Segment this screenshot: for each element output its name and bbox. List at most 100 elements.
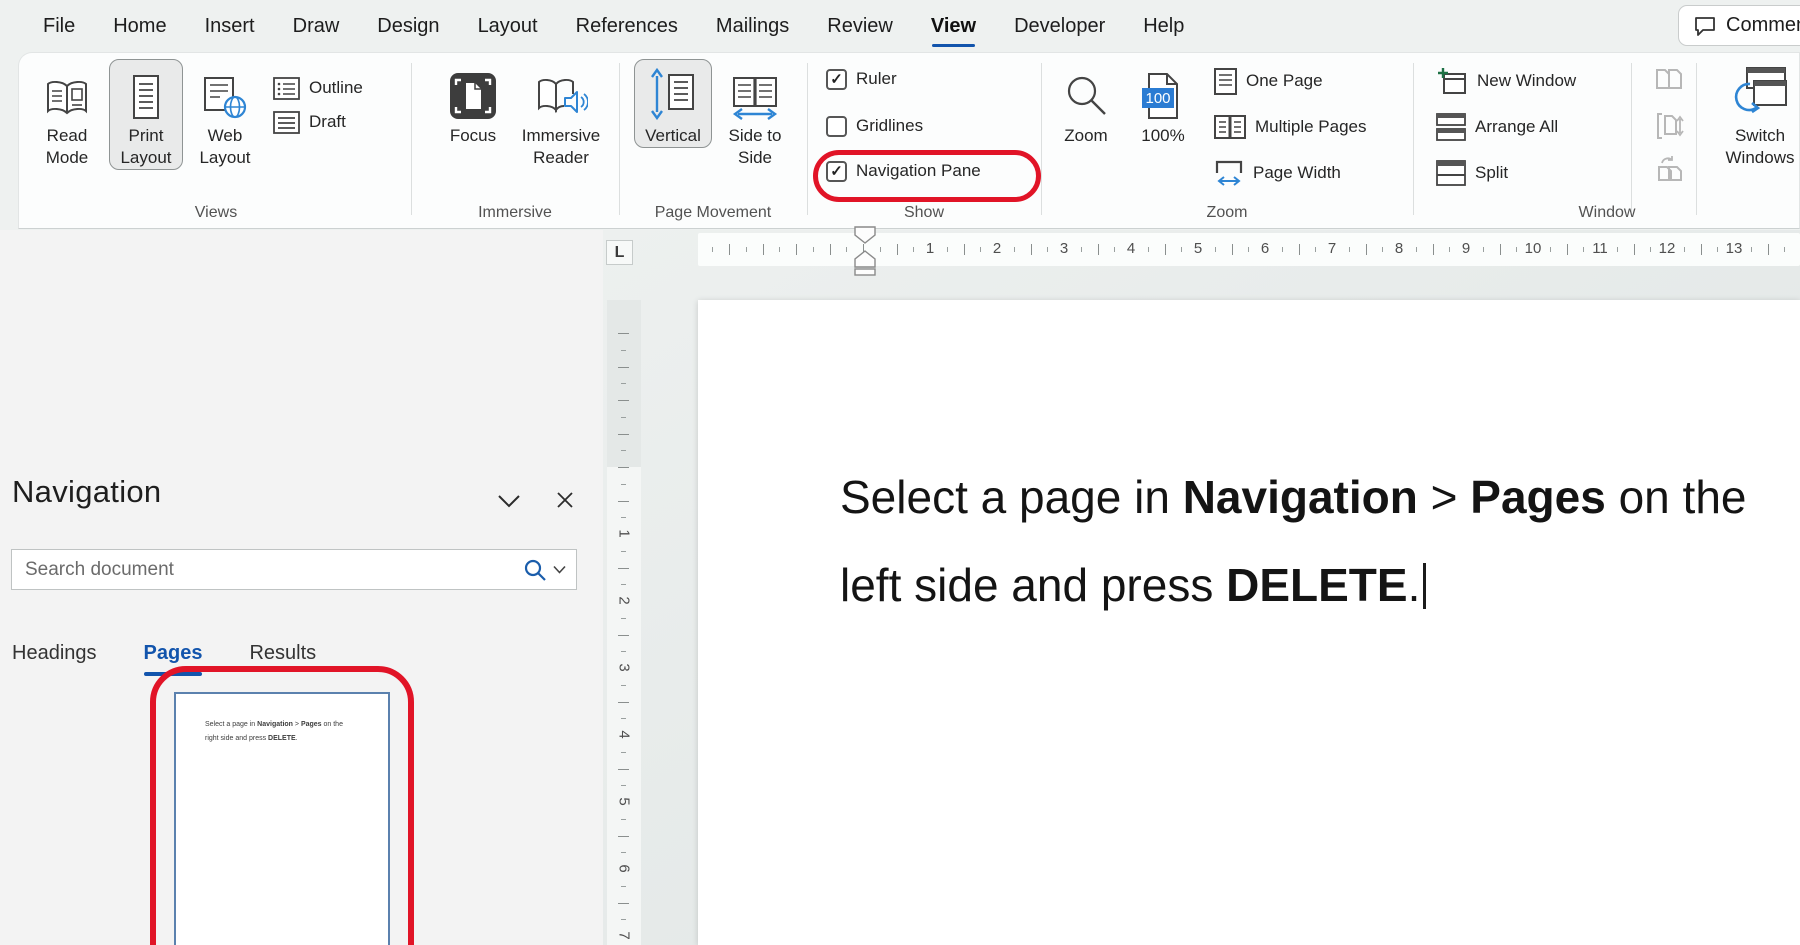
ruler-tick bbox=[621, 819, 626, 820]
ruler-tick bbox=[913, 247, 914, 252]
ruler-tick bbox=[621, 484, 626, 485]
arrange-all-button[interactable]: Arrange All bbox=[1436, 112, 1558, 142]
split-icon bbox=[1436, 160, 1466, 186]
one-page-label: One Page bbox=[1246, 71, 1323, 91]
tab-draw[interactable]: Draw bbox=[274, 0, 359, 52]
web-layout-button[interactable]: Web Layout bbox=[189, 59, 261, 170]
tab-results[interactable]: Results bbox=[249, 642, 316, 665]
new-window-icon bbox=[1436, 66, 1468, 96]
ruler-tick bbox=[1315, 247, 1316, 252]
vertical-ruler[interactable]: 1234567 bbox=[607, 300, 641, 945]
ruler-tick bbox=[1114, 247, 1115, 252]
immersive-reader-button[interactable]: Immersive Reader bbox=[513, 59, 609, 170]
one-page-button[interactable]: One Page bbox=[1214, 66, 1323, 96]
ruler-tick bbox=[964, 244, 965, 255]
draft-label: Draft bbox=[309, 112, 346, 132]
outline-button[interactable]: Outline bbox=[273, 73, 363, 103]
chevron-down-icon[interactable] bbox=[495, 488, 523, 514]
print-layout-button[interactable]: Print Layout bbox=[109, 59, 183, 170]
tab-developer[interactable]: Developer bbox=[995, 0, 1124, 52]
ruler-tick bbox=[621, 618, 626, 619]
tab-design[interactable]: Design bbox=[358, 0, 458, 52]
ruler-toggle[interactable]: Ruler bbox=[826, 64, 897, 94]
page-width-button[interactable]: Page Width bbox=[1214, 158, 1341, 188]
synchronous-scrolling-icon-disabled bbox=[1647, 111, 1691, 141]
ruler-tick bbox=[1165, 244, 1166, 255]
page-width-label: Page Width bbox=[1253, 163, 1341, 183]
ruler-tick bbox=[1634, 244, 1635, 255]
close-icon[interactable] bbox=[551, 487, 579, 513]
gridlines-toggle[interactable]: Gridlines bbox=[826, 111, 923, 141]
indent-markers[interactable] bbox=[853, 226, 877, 276]
tab-review[interactable]: Review bbox=[808, 0, 912, 52]
window-group-label: Window bbox=[1413, 204, 1800, 222]
horizontal-ruler[interactable]: 12345678910111213 bbox=[643, 233, 1800, 266]
ruler-tick bbox=[796, 244, 797, 255]
tab-insert[interactable]: Insert bbox=[186, 0, 274, 52]
web-layout-icon bbox=[190, 64, 260, 120]
one-page-icon bbox=[1214, 68, 1237, 95]
tab-mailings[interactable]: Mailings bbox=[697, 0, 808, 52]
ruler-tick bbox=[621, 651, 626, 652]
tab-headings[interactable]: Headings bbox=[12, 642, 97, 665]
side-to-side-button[interactable]: Side to Side bbox=[718, 59, 792, 170]
vertical-label: Vertical bbox=[635, 125, 711, 147]
zoom-100-button[interactable]: 100 100% bbox=[1127, 59, 1199, 148]
new-window-button[interactable]: New Window bbox=[1436, 66, 1576, 96]
tab-home[interactable]: Home bbox=[94, 0, 185, 52]
tab-references[interactable]: References bbox=[557, 0, 697, 52]
ruler-tick bbox=[813, 247, 814, 252]
zoom-icon bbox=[1052, 64, 1120, 120]
tab-help[interactable]: Help bbox=[1124, 0, 1203, 52]
comments-button[interactable]: Comments bbox=[1678, 5, 1800, 46]
multiple-pages-button[interactable]: Multiple Pages bbox=[1214, 112, 1367, 142]
navigation-pane: Navigation Search document Hea bbox=[0, 230, 603, 945]
arrange-all-label: Arrange All bbox=[1475, 117, 1558, 137]
vertical-button[interactable]: Vertical bbox=[634, 59, 712, 148]
switch-windows-button[interactable]: Switch Windows bbox=[1719, 59, 1800, 170]
ruler-tick bbox=[980, 247, 981, 252]
ruler-tick bbox=[621, 517, 626, 518]
tab-pages[interactable]: Pages bbox=[144, 642, 203, 665]
draft-button[interactable]: Draft bbox=[273, 107, 346, 137]
tab-stop-selector[interactable]: L bbox=[606, 240, 633, 265]
search-input[interactable]: Search document bbox=[11, 549, 577, 590]
ruler-tick bbox=[621, 383, 626, 384]
ruler-number: 2 bbox=[616, 592, 633, 610]
zoom-button[interactable]: Zoom bbox=[1051, 59, 1121, 148]
ruler-checkbox[interactable] bbox=[826, 69, 847, 90]
ruler-tick bbox=[621, 919, 626, 920]
ruler-tick bbox=[1232, 244, 1233, 255]
ruler-tick bbox=[1784, 247, 1785, 252]
search-options-chevron-icon[interactable] bbox=[553, 565, 566, 574]
word-window: File Home Insert Draw Design Layout Refe… bbox=[0, 0, 1800, 945]
search-icon[interactable] bbox=[523, 558, 547, 582]
document-text[interactable]: Select a page in Navigation > Pages on t… bbox=[840, 453, 1760, 629]
group-separator bbox=[619, 63, 620, 215]
tab-view[interactable]: View bbox=[912, 0, 995, 52]
page-movement-group-label: Page Movement bbox=[619, 204, 807, 222]
zoom-100-icon: 100 bbox=[1128, 64, 1198, 120]
multiple-pages-icon bbox=[1214, 115, 1246, 139]
document-line: left side and press DELETE. bbox=[840, 541, 1760, 629]
vertical-ruler-ticks: 1234567 bbox=[607, 300, 641, 945]
tab-file[interactable]: File bbox=[24, 0, 94, 52]
navigation-pane-tabs: Headings Pages Results bbox=[12, 642, 316, 665]
split-button[interactable]: Split bbox=[1436, 158, 1508, 188]
multiple-pages-label: Multiple Pages bbox=[1255, 117, 1367, 137]
tab-layout[interactable]: Layout bbox=[459, 0, 557, 52]
read-mode-button[interactable]: Read Mode bbox=[33, 59, 101, 170]
focus-button[interactable]: Focus bbox=[437, 59, 509, 148]
side-to-side-icon bbox=[719, 64, 791, 120]
gridlines-checkbox[interactable] bbox=[826, 116, 847, 137]
ruler-tick bbox=[1768, 244, 1769, 255]
side-to-side-label: Side to Side bbox=[719, 125, 791, 169]
ruler-tick bbox=[618, 333, 629, 334]
comments-label: Comments bbox=[1726, 14, 1800, 37]
red-annotation-circle-thumbnail bbox=[150, 666, 414, 945]
ruler-number: 6 bbox=[1256, 240, 1274, 257]
switch-windows-icon bbox=[1720, 64, 1800, 120]
ruler-tick bbox=[621, 718, 626, 719]
ruler-tick bbox=[1550, 247, 1551, 252]
ruler-tick bbox=[1717, 247, 1718, 252]
